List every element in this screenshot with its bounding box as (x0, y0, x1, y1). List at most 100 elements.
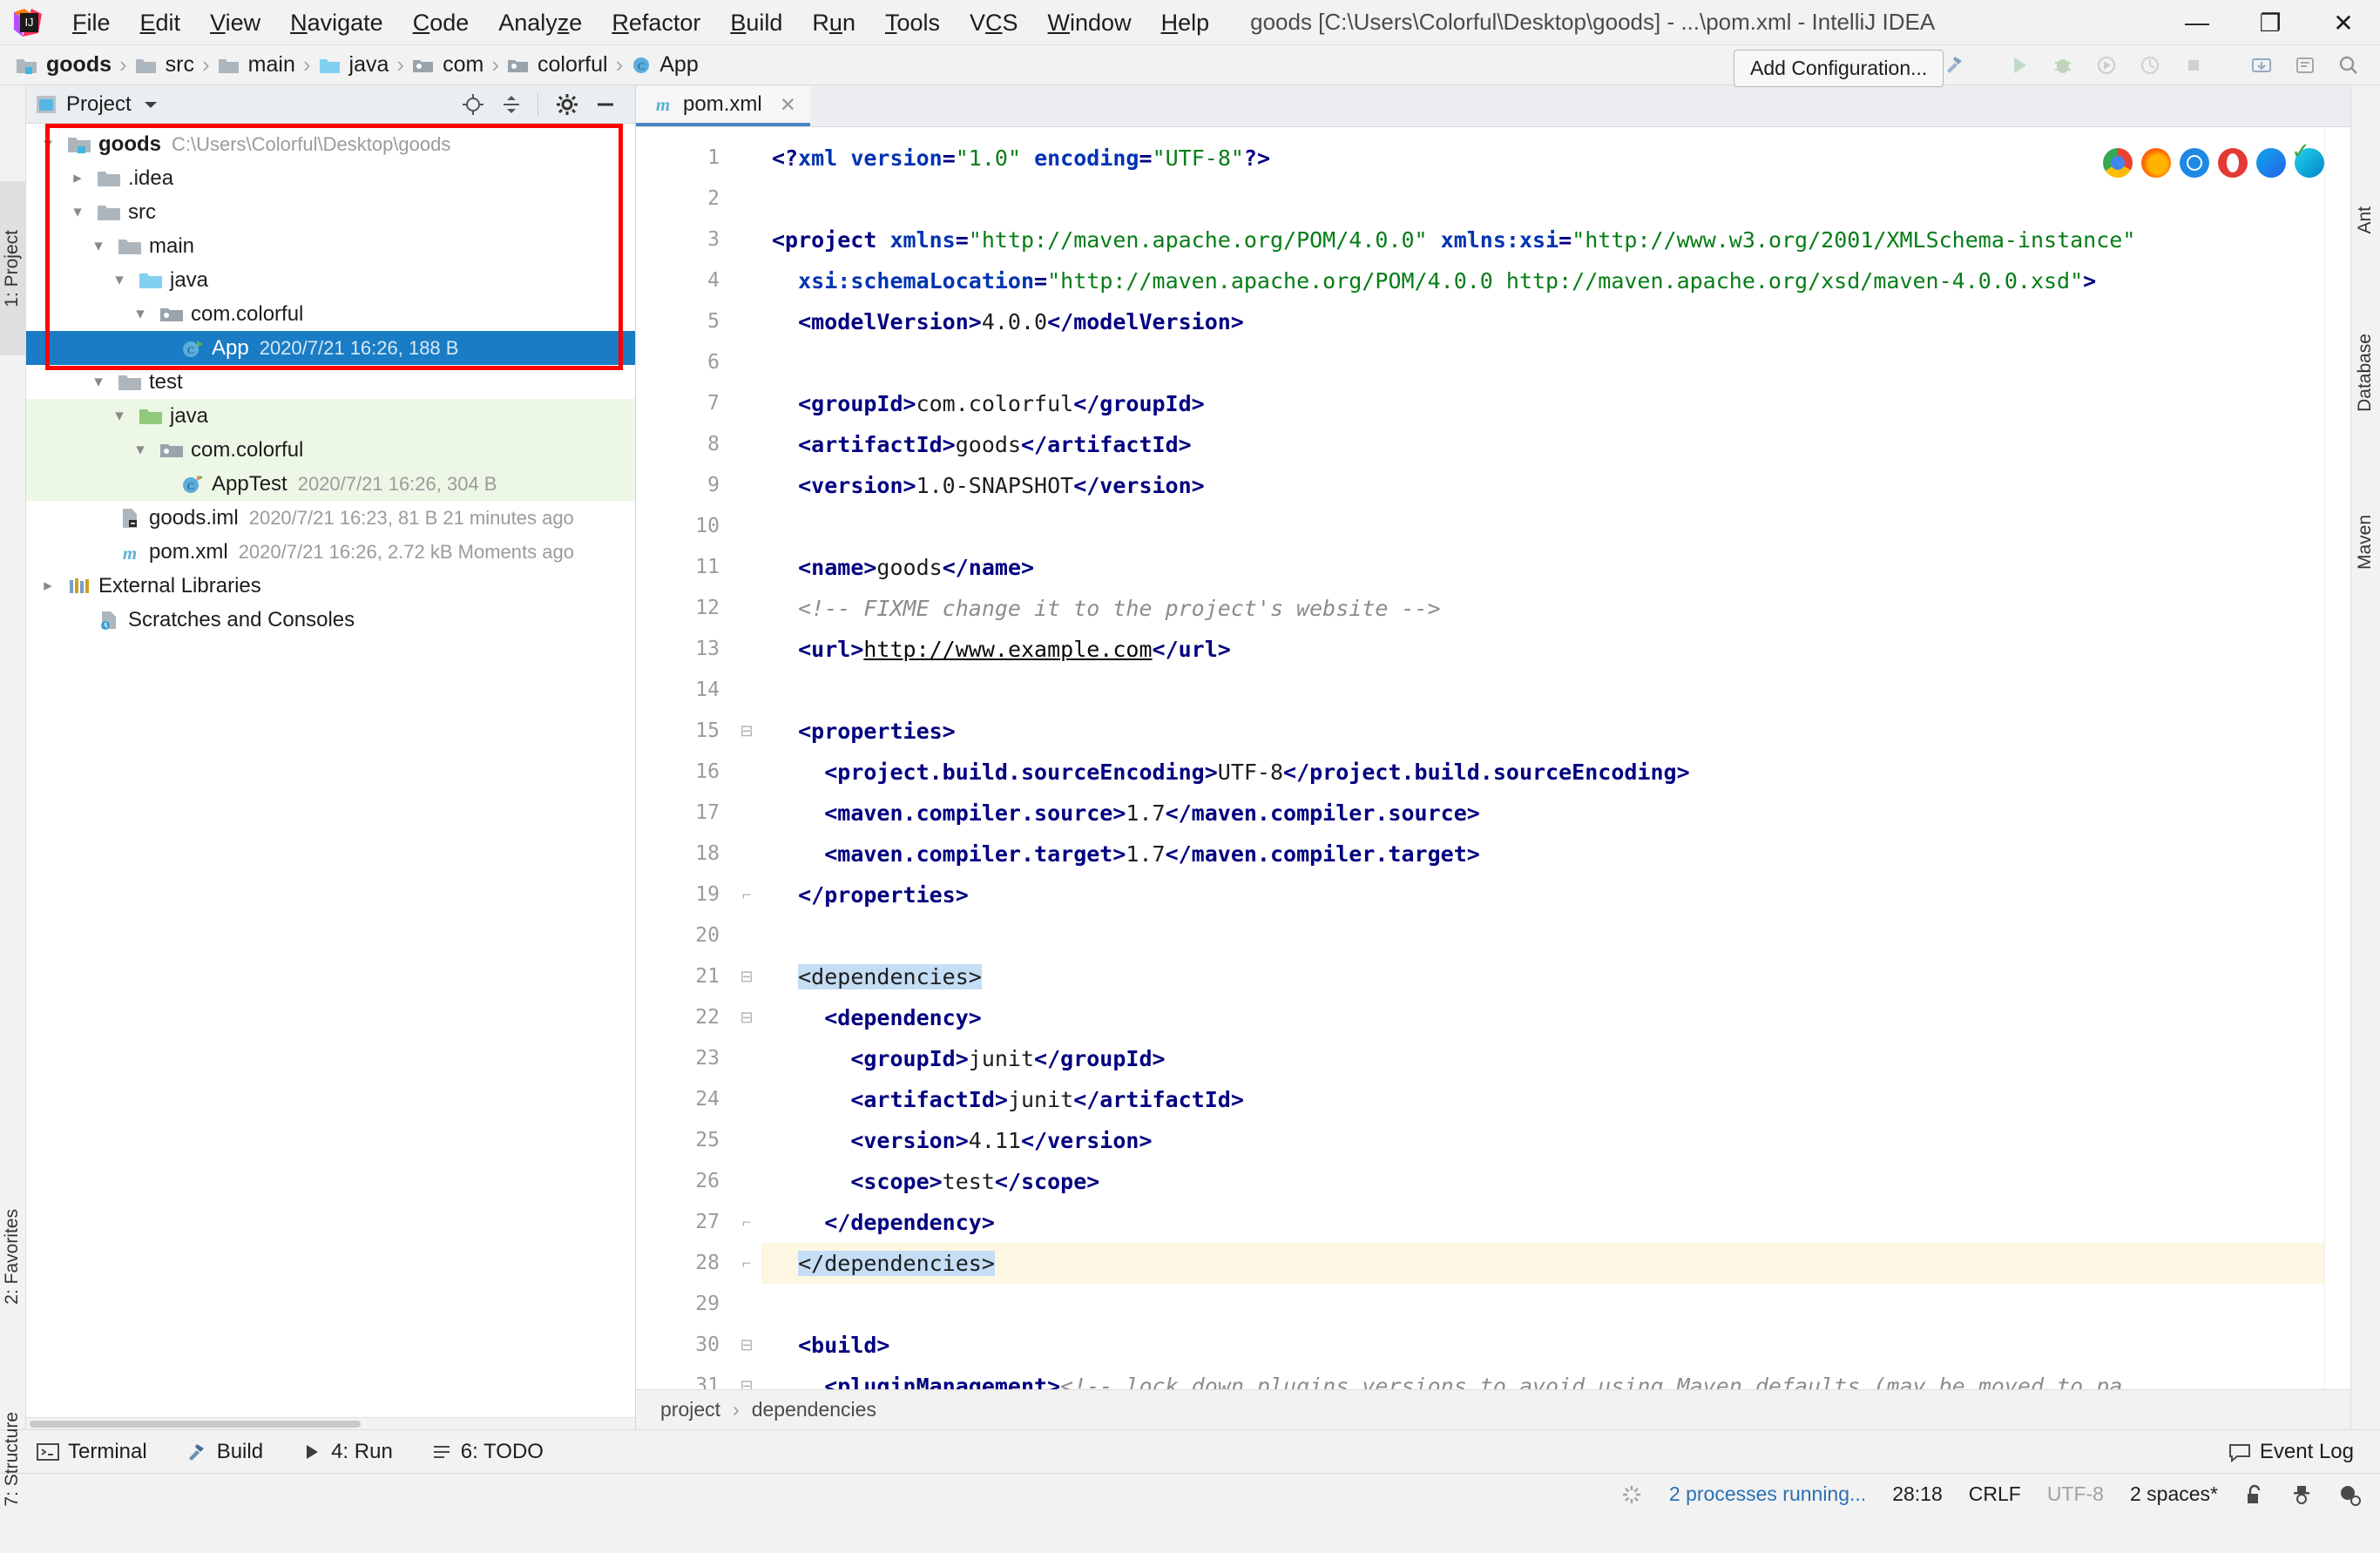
status-line-separator[interactable]: CRLF (1969, 1482, 2021, 1506)
code-line[interactable] (761, 915, 2324, 956)
code-line[interactable]: <artifactId>goods</artifactId> (761, 424, 2324, 465)
chevron-down-icon[interactable]: ▾ (129, 304, 152, 324)
tree-row-test-package[interactable]: ▾ com.colorful (26, 433, 635, 467)
menu-item-code[interactable]: Code (398, 0, 484, 45)
edge-icon[interactable] (2256, 148, 2286, 178)
status-caret-position[interactable]: 28:18 (1892, 1482, 1943, 1506)
project-horizontal-scrollbar[interactable] (26, 1417, 635, 1429)
code-line[interactable]: <!-- FIXME change it to the project's we… (761, 588, 2324, 629)
run-coverage-icon[interactable] (2089, 48, 2124, 83)
history-icon[interactable] (2288, 48, 2323, 83)
code-line[interactable] (761, 506, 2324, 547)
status-encoding[interactable]: UTF-8 (2047, 1482, 2104, 1506)
fold-marker-expanded-icon[interactable]: ⊟ (732, 1325, 761, 1366)
error-stripe-markbar[interactable] (2324, 127, 2350, 1389)
breadcrumb-item-project[interactable]: project (660, 1398, 720, 1421)
menu-item-tools[interactable]: Tools (870, 0, 955, 45)
rail-tab-maven[interactable]: Maven (2350, 477, 2380, 608)
code-line[interactable]: </dependencies> (761, 1243, 2324, 1284)
fold-marker-expanded-icon[interactable]: ⊟ (732, 956, 761, 997)
code-line[interactable]: <modelVersion>4.0.0</modelVersion> (761, 301, 2324, 342)
chrome-icon[interactable] (2103, 148, 2133, 178)
rail-tab-favorites[interactable]: 2: Favorites (0, 1157, 25, 1357)
rail-tab-database[interactable]: Database (2350, 286, 2380, 460)
tree-row-scratches[interactable]: Scratches and Consoles (26, 603, 635, 637)
menu-item-view[interactable]: View (195, 0, 275, 45)
lock-open-icon[interactable] (2244, 1483, 2265, 1506)
chevron-right-icon[interactable]: ▸ (66, 168, 89, 188)
tree-row-main-java[interactable]: ▾ java (26, 263, 635, 297)
code-line[interactable]: xsi:schemaLocation="http://maven.apache.… (761, 260, 2324, 301)
status-processes[interactable]: 2 processes running... (1669, 1482, 1866, 1506)
locate-icon[interactable] (461, 92, 485, 117)
search-icon[interactable] (2331, 48, 2366, 83)
add-configuration-button[interactable]: Add Configuration... (1734, 50, 1944, 87)
breadcrumb-item-app[interactable]: C App (631, 52, 699, 78)
debug-icon[interactable] (2045, 48, 2080, 83)
chevron-down-icon[interactable]: ▾ (87, 236, 110, 256)
code-line[interactable]: <url>http://www.example.com</url> (761, 629, 2324, 670)
editor-tab-pom-xml[interactable]: m pom.xml ✕ (636, 86, 810, 126)
minimize-button[interactable]: — (2160, 0, 2234, 45)
chevron-down-icon[interactable] (142, 98, 159, 111)
status-indent[interactable]: 2 spaces* (2130, 1482, 2218, 1506)
close-button[interactable]: ✕ (2307, 0, 2380, 45)
code-line[interactable]: <dependencies> (761, 956, 2324, 997)
rail-tab-project[interactable]: 1: Project (0, 181, 25, 355)
code-line[interactable]: <scope>test</scope> (761, 1161, 2324, 1202)
menu-item-vcs[interactable]: VCS (955, 0, 1033, 45)
code-line[interactable] (761, 670, 2324, 711)
firefox-icon[interactable] (2141, 148, 2171, 178)
breadcrumb-item-src[interactable]: src (135, 52, 194, 78)
chevron-down-icon[interactable]: ▾ (66, 202, 89, 222)
profiler-icon[interactable] (2133, 48, 2167, 83)
menu-item-build[interactable]: Build (715, 0, 797, 45)
safari-icon[interactable] (2180, 148, 2209, 178)
opera-icon[interactable] (2218, 148, 2248, 178)
close-icon[interactable]: ✕ (780, 93, 796, 117)
tree-row-pom-xml[interactable]: m pom.xml 2020/7/21 16:26, 2.72 kB Momen… (26, 535, 635, 569)
git-update-icon[interactable] (2244, 48, 2279, 83)
breadcrumb-item-com[interactable]: com (412, 52, 483, 78)
code-line[interactable] (761, 342, 2324, 383)
menu-item-help[interactable]: Help (1146, 0, 1225, 45)
project-tree[interactable]: ▾ goods C:\Users\Colorful\Desktop\goods … (26, 124, 635, 1417)
code-line[interactable]: </properties> (761, 874, 2324, 915)
menu-item-analyze[interactable]: Analyze (483, 0, 597, 45)
inspector-hat-icon[interactable] (2291, 1483, 2312, 1506)
tree-row-app[interactable]: C App 2020/7/21 16:26, 188 B (26, 331, 635, 365)
breadcrumb-item-java[interactable]: java (319, 52, 389, 78)
menu-item-run[interactable]: Run (797, 0, 870, 45)
chevron-down-icon[interactable]: ▾ (108, 406, 131, 426)
code-line[interactable]: <groupId>com.colorful</groupId> (761, 383, 2324, 424)
tool-window-todo[interactable]: 6: TODO (431, 1440, 544, 1464)
breadcrumb-item-dependencies[interactable]: dependencies (752, 1398, 876, 1421)
tree-row-main[interactable]: ▾ main (26, 229, 635, 263)
chevron-down-icon[interactable]: ▾ (129, 440, 152, 460)
chevron-right-icon[interactable]: ▸ (37, 576, 59, 596)
tree-row-idea[interactable]: ▸ .idea (26, 161, 635, 195)
breadcrumb-item-goods[interactable]: goods (16, 52, 112, 78)
fold-marker-expanded-icon[interactable]: ⊟ (732, 997, 761, 1038)
tool-window-run[interactable]: 4: Run (301, 1440, 393, 1464)
menu-item-navigate[interactable]: Navigate (275, 0, 398, 45)
menu-item-refactor[interactable]: Refactor (597, 0, 715, 45)
tree-row-external-libraries[interactable]: ▸ External Libraries (26, 569, 635, 603)
stop-icon[interactable] (2176, 48, 2211, 83)
event-log-button[interactable]: Event Log (2228, 1440, 2380, 1464)
maximize-button[interactable]: ❐ (2234, 0, 2307, 45)
chevron-down-icon[interactable]: ▾ (87, 372, 110, 392)
tree-row-goods-iml[interactable]: goods.iml 2020/7/21 16:23, 81 B 21 minut… (26, 501, 635, 535)
code-line[interactable]: </dependency> (761, 1202, 2324, 1243)
code-line[interactable]: <name>goods</name> (761, 547, 2324, 588)
code-line[interactable]: <properties> (761, 711, 2324, 752)
code-line[interactable]: <dependency> (761, 997, 2324, 1038)
menu-item-edit[interactable]: Edit (125, 0, 196, 45)
tool-window-terminal[interactable]: Terminal (37, 1440, 147, 1464)
code-line[interactable] (761, 179, 2324, 219)
code-line[interactable]: <project xmlns="http://maven.apache.org/… (761, 219, 2324, 260)
rail-tab-ant[interactable]: Ant (2350, 172, 2380, 268)
menu-item-window[interactable]: Window (1033, 0, 1146, 45)
chevron-down-icon[interactable]: ▾ (108, 270, 131, 290)
breadcrumb-item-colorful[interactable]: colorful (507, 52, 608, 78)
